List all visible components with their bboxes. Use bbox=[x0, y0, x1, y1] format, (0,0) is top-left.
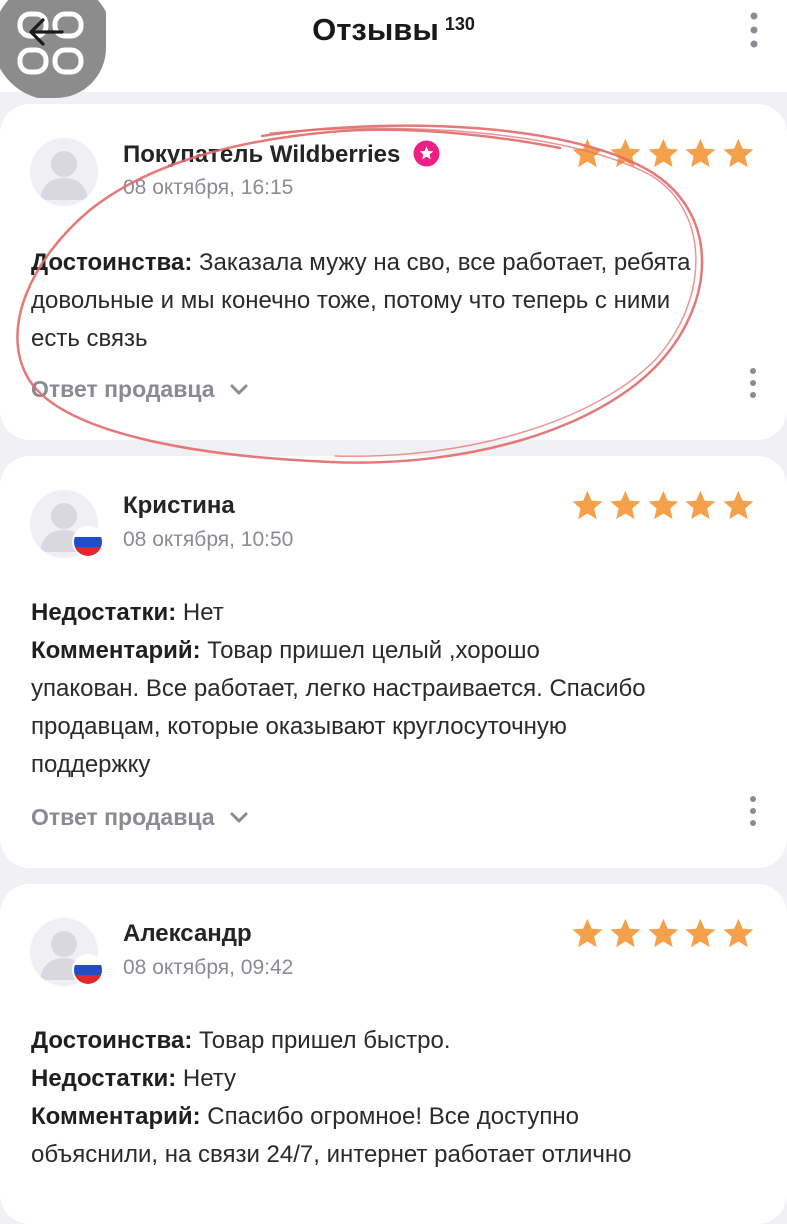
chevron-down-icon bbox=[230, 384, 248, 394]
cons-value: Нет bbox=[182, 599, 224, 626]
comment-line: Комментарий: Спасибо огромное! Все досту… bbox=[31, 1098, 671, 1174]
comment-line: Комментарий: Товар пришел целый ,хорошо … bbox=[31, 632, 651, 784]
review-card: Александр 08 октября, 09:42 Достоинства:… bbox=[0, 884, 787, 1224]
star-icon bbox=[572, 918, 603, 948]
star-icon bbox=[610, 138, 641, 168]
star-icon bbox=[572, 490, 603, 520]
rating-stars bbox=[570, 916, 756, 952]
review-card: Кристина 08 октября, 10:50 Недостатки: Н… bbox=[0, 456, 787, 868]
more-vertical-icon bbox=[750, 368, 756, 398]
comment-label: Комментарий: bbox=[31, 1103, 201, 1130]
cons-label: Недостатки: bbox=[31, 599, 177, 626]
more-vertical-icon bbox=[750, 12, 758, 48]
review-date: 08 октября, 10:50 bbox=[123, 528, 294, 551]
rating-stars bbox=[570, 488, 756, 524]
review-author: Кристина bbox=[123, 492, 235, 519]
reviews-count: 130 bbox=[444, 14, 475, 34]
pros-label: Достоинства: bbox=[31, 1027, 193, 1054]
more-vertical-icon bbox=[750, 796, 756, 826]
russia-flag-icon bbox=[72, 526, 104, 558]
review-menu-button[interactable] bbox=[743, 794, 763, 830]
rating-stars bbox=[570, 136, 756, 172]
star-icon bbox=[648, 490, 678, 520]
cons-label: Недостатки: bbox=[31, 1065, 177, 1092]
star-icon bbox=[685, 138, 716, 168]
russia-flag-icon bbox=[72, 954, 104, 986]
star-icon bbox=[723, 138, 754, 168]
header-menu-button[interactable] bbox=[742, 10, 766, 54]
star-icon bbox=[648, 918, 678, 948]
star-icon bbox=[723, 490, 754, 520]
seller-reply-toggle[interactable]: Ответ продавца bbox=[31, 804, 249, 831]
pros-value: Товар пришел быстро. bbox=[198, 1027, 451, 1054]
star-icon bbox=[648, 138, 678, 168]
comment-label: Комментарий: bbox=[31, 637, 201, 664]
review-author: Александр bbox=[123, 920, 252, 947]
author-name: Покупатель Wildberries bbox=[123, 141, 401, 168]
seller-reply-toggle[interactable]: Ответ продавца bbox=[31, 376, 249, 403]
star-icon bbox=[685, 490, 716, 520]
cons-value: Нету bbox=[182, 1065, 237, 1092]
review-card: Покупатель Wildberries 08 октября, 16:15… bbox=[0, 104, 787, 440]
star-icon bbox=[610, 490, 641, 520]
cons-line: Недостатки: Нету bbox=[31, 1060, 671, 1098]
verified-star-badge-icon bbox=[413, 140, 440, 167]
review-text: Достоинства: Заказала мужу на сво, все р… bbox=[31, 244, 711, 358]
seller-reply-label: Ответ продавца bbox=[31, 376, 215, 402]
cons-line: Недостатки: Нет bbox=[31, 594, 651, 632]
review-author: Покупатель Wildberries bbox=[123, 140, 440, 169]
star-icon bbox=[610, 918, 641, 948]
star-icon bbox=[572, 138, 603, 168]
review-text: Недостатки: Нет Комментарий: Товар прише… bbox=[31, 594, 651, 784]
page-title: Отзывы bbox=[312, 12, 439, 47]
top-bar: Отзывы 130 bbox=[0, 0, 787, 98]
review-menu-button[interactable] bbox=[743, 366, 763, 402]
review-text: Достоинства: Товар пришел быстро. Недост… bbox=[31, 1022, 671, 1174]
seller-reply-label: Ответ продавца bbox=[31, 804, 215, 830]
star-icon bbox=[723, 918, 754, 948]
pros-label: Достоинства: bbox=[31, 249, 193, 276]
chevron-down-icon bbox=[230, 812, 248, 822]
pros-line: Достоинства: Товар пришел быстро. bbox=[31, 1022, 671, 1060]
page-title-wrap: Отзывы 130 bbox=[0, 12, 787, 48]
star-icon bbox=[685, 918, 716, 948]
review-date: 08 октября, 09:42 bbox=[123, 956, 294, 979]
avatar bbox=[30, 138, 98, 206]
review-date: 08 октября, 16:15 bbox=[123, 176, 294, 199]
